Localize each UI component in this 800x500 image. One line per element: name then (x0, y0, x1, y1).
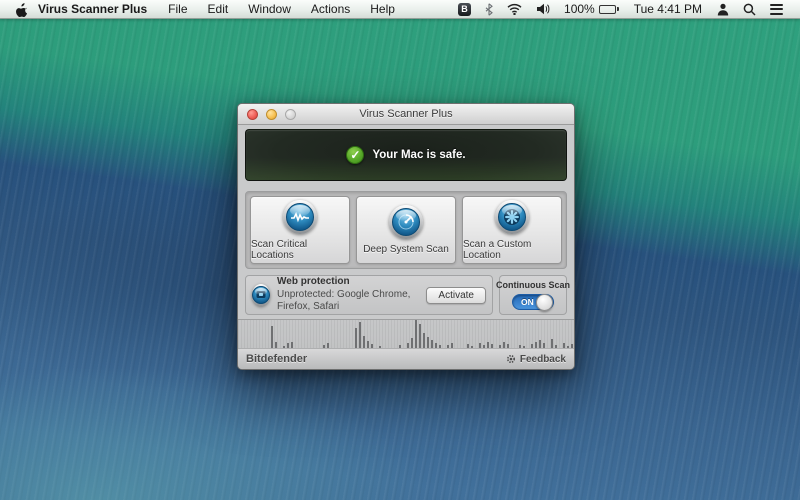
window-title: Virus Scanner Plus (359, 108, 453, 120)
activity-bar (567, 346, 569, 348)
activity-bar (379, 346, 381, 348)
activity-bar (563, 343, 565, 348)
activity-bar (423, 333, 425, 348)
battery-percent-label: 100% (564, 2, 595, 16)
activity-bar (431, 340, 433, 348)
waveform-scan-icon (283, 199, 317, 234)
scan-buttons-tray: Scan Critical Locations Deep System Scan… (245, 191, 567, 269)
web-protection-subtitle: Unprotected: Google Chrome, Firefox, Saf… (277, 288, 411, 313)
window-footer: Bitdefender Feedback (238, 349, 574, 369)
activity-bar (415, 320, 417, 348)
web-protection-panel: Web protection Unprotected: Google Chrom… (245, 275, 493, 315)
activity-bar (399, 345, 401, 348)
activity-bar (287, 343, 289, 348)
continuous-scan-panel: Continuous Scan ON (496, 275, 570, 315)
activity-bar (543, 343, 545, 348)
activity-bar (367, 341, 369, 348)
toggle-on-label: ON (521, 297, 534, 307)
continuous-scan-toggle[interactable]: ON (512, 294, 554, 311)
activity-bar (499, 345, 501, 348)
activity-bar (291, 342, 293, 348)
menu-item-help[interactable]: Help (360, 0, 405, 19)
battery-icon (598, 4, 619, 14)
scan-button-label: Scan a Custom Location (463, 238, 532, 261)
safe-check-icon: ✓ (346, 146, 365, 164)
activity-bar (491, 344, 493, 348)
activity-bar (407, 343, 409, 348)
activity-bar (283, 346, 285, 348)
activity-graph-bars (239, 320, 573, 348)
activity-bar (507, 344, 509, 348)
activity-bar (419, 324, 421, 348)
activity-bar (467, 344, 469, 348)
menu-item-file[interactable]: File (158, 0, 197, 19)
activity-bar (471, 346, 473, 348)
feedback-button[interactable]: Feedback (506, 354, 566, 365)
activity-bar (571, 344, 573, 348)
custom-location-scan-icon (495, 199, 529, 234)
scan-button-label: Deep System Scan (363, 244, 449, 255)
activity-bar (359, 322, 361, 348)
spotlight-search-icon[interactable] (736, 0, 763, 19)
scan-custom-location-button[interactable]: Scan a Custom Location (462, 196, 562, 264)
activity-bar (435, 343, 437, 348)
activity-bar (363, 336, 365, 348)
activity-bar (371, 344, 373, 348)
notification-center-icon[interactable] (763, 0, 790, 19)
scan-button-label: Scan Critical Locations (251, 238, 308, 261)
window-title-bar[interactable]: Virus Scanner Plus (238, 104, 574, 125)
feedback-gear-icon (506, 354, 515, 364)
bitdefender-menu-icon[interactable]: B (451, 0, 478, 19)
toggle-knob[interactable] (536, 294, 553, 311)
menu-item-window[interactable]: Window (238, 0, 301, 19)
activity-bar (487, 342, 489, 348)
virus-scanner-plus-window: Virus Scanner Plus ✓ Your Mac is safe. S… (237, 103, 575, 370)
user-icon[interactable] (710, 0, 736, 19)
activity-bar (439, 345, 441, 348)
activity-bar (483, 345, 485, 348)
activity-bar (323, 345, 325, 348)
battery-status[interactable]: 100% (557, 0, 626, 19)
activity-bar (519, 345, 521, 348)
web-protection-title: Web protection (277, 276, 350, 288)
activate-button[interactable]: Activate (426, 286, 486, 304)
deep-system-scan-button[interactable]: Deep System Scan (356, 196, 456, 264)
activity-bar (451, 343, 453, 348)
activity-bar (535, 342, 537, 348)
activity-bar (411, 338, 413, 348)
menu-item-actions[interactable]: Actions (301, 0, 360, 19)
activity-bar (327, 343, 329, 348)
apple-menu-icon[interactable] (10, 2, 32, 17)
activity-bar (531, 344, 533, 348)
menu-bar: Virus Scanner Plus File Edit Window Acti… (0, 0, 800, 19)
protection-row: Web protection Unprotected: Google Chrom… (245, 275, 570, 315)
menu-app-name[interactable]: Virus Scanner Plus (32, 0, 158, 19)
activity-bar (479, 343, 481, 348)
continuous-scan-label: Continuous Scan (496, 280, 570, 290)
menu-bar-status-area: B 100% Tue 4:41 PM (451, 0, 790, 19)
activity-bar (523, 346, 525, 348)
activity-bar (427, 337, 429, 348)
menu-item-edit[interactable]: Edit (198, 0, 239, 19)
status-message: Your Mac is safe. (372, 149, 466, 161)
bitdefender-brand-label: Bitdefender (246, 353, 308, 365)
activity-bar (551, 339, 553, 348)
wifi-icon[interactable] (500, 0, 529, 19)
activity-bar (555, 345, 557, 348)
volume-icon[interactable] (529, 0, 557, 19)
web-protection-icon (252, 284, 270, 306)
activity-bar (271, 326, 273, 348)
feedback-label: Feedback (519, 353, 566, 365)
activity-bar (539, 340, 541, 348)
activity-bar (503, 342, 505, 348)
status-banner: ✓ Your Mac is safe. (245, 129, 567, 181)
activity-bar (447, 345, 449, 348)
bluetooth-icon[interactable] (478, 0, 500, 19)
activity-bar (275, 342, 277, 348)
scan-activity-graph (238, 319, 574, 349)
menu-bar-clock[interactable]: Tue 4:41 PM (626, 0, 710, 19)
activity-bar (355, 328, 357, 348)
radar-scan-icon (389, 205, 423, 239)
scan-critical-locations-button[interactable]: Scan Critical Locations (250, 196, 350, 264)
